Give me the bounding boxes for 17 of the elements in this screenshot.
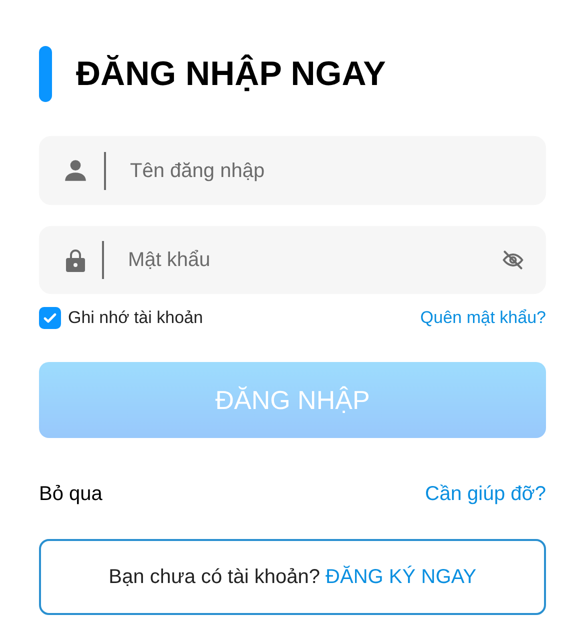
register-link[interactable]: ĐĂNG KÝ NGAY [326,566,476,588]
page-title: ĐĂNG NHẬP NGAY [76,57,386,91]
help-link[interactable]: Cần giúp đỡ? [425,479,546,509]
password-input[interactable]: Mật khẩu [128,245,502,275]
username-field[interactable]: Tên đăng nhập [39,136,546,205]
remember-label: Ghi nhớ tài khoản [68,307,203,330]
title-accent-bar [39,46,52,102]
register-prompt: Bạn chưa có tài khoản? ĐĂNG KÝ NGAY [108,564,476,590]
eye-off-icon[interactable] [502,249,524,271]
lock-icon [66,248,85,272]
skip-link[interactable]: Bỏ qua [39,479,102,509]
check-icon [43,311,57,325]
remember-checkbox[interactable] [39,307,61,329]
username-input[interactable]: Tên đăng nhập [130,156,546,186]
forgot-password-link[interactable]: Quên mật khẩu? [420,305,546,331]
person-icon [63,158,88,183]
password-field[interactable]: Mật khẩu [39,226,546,294]
